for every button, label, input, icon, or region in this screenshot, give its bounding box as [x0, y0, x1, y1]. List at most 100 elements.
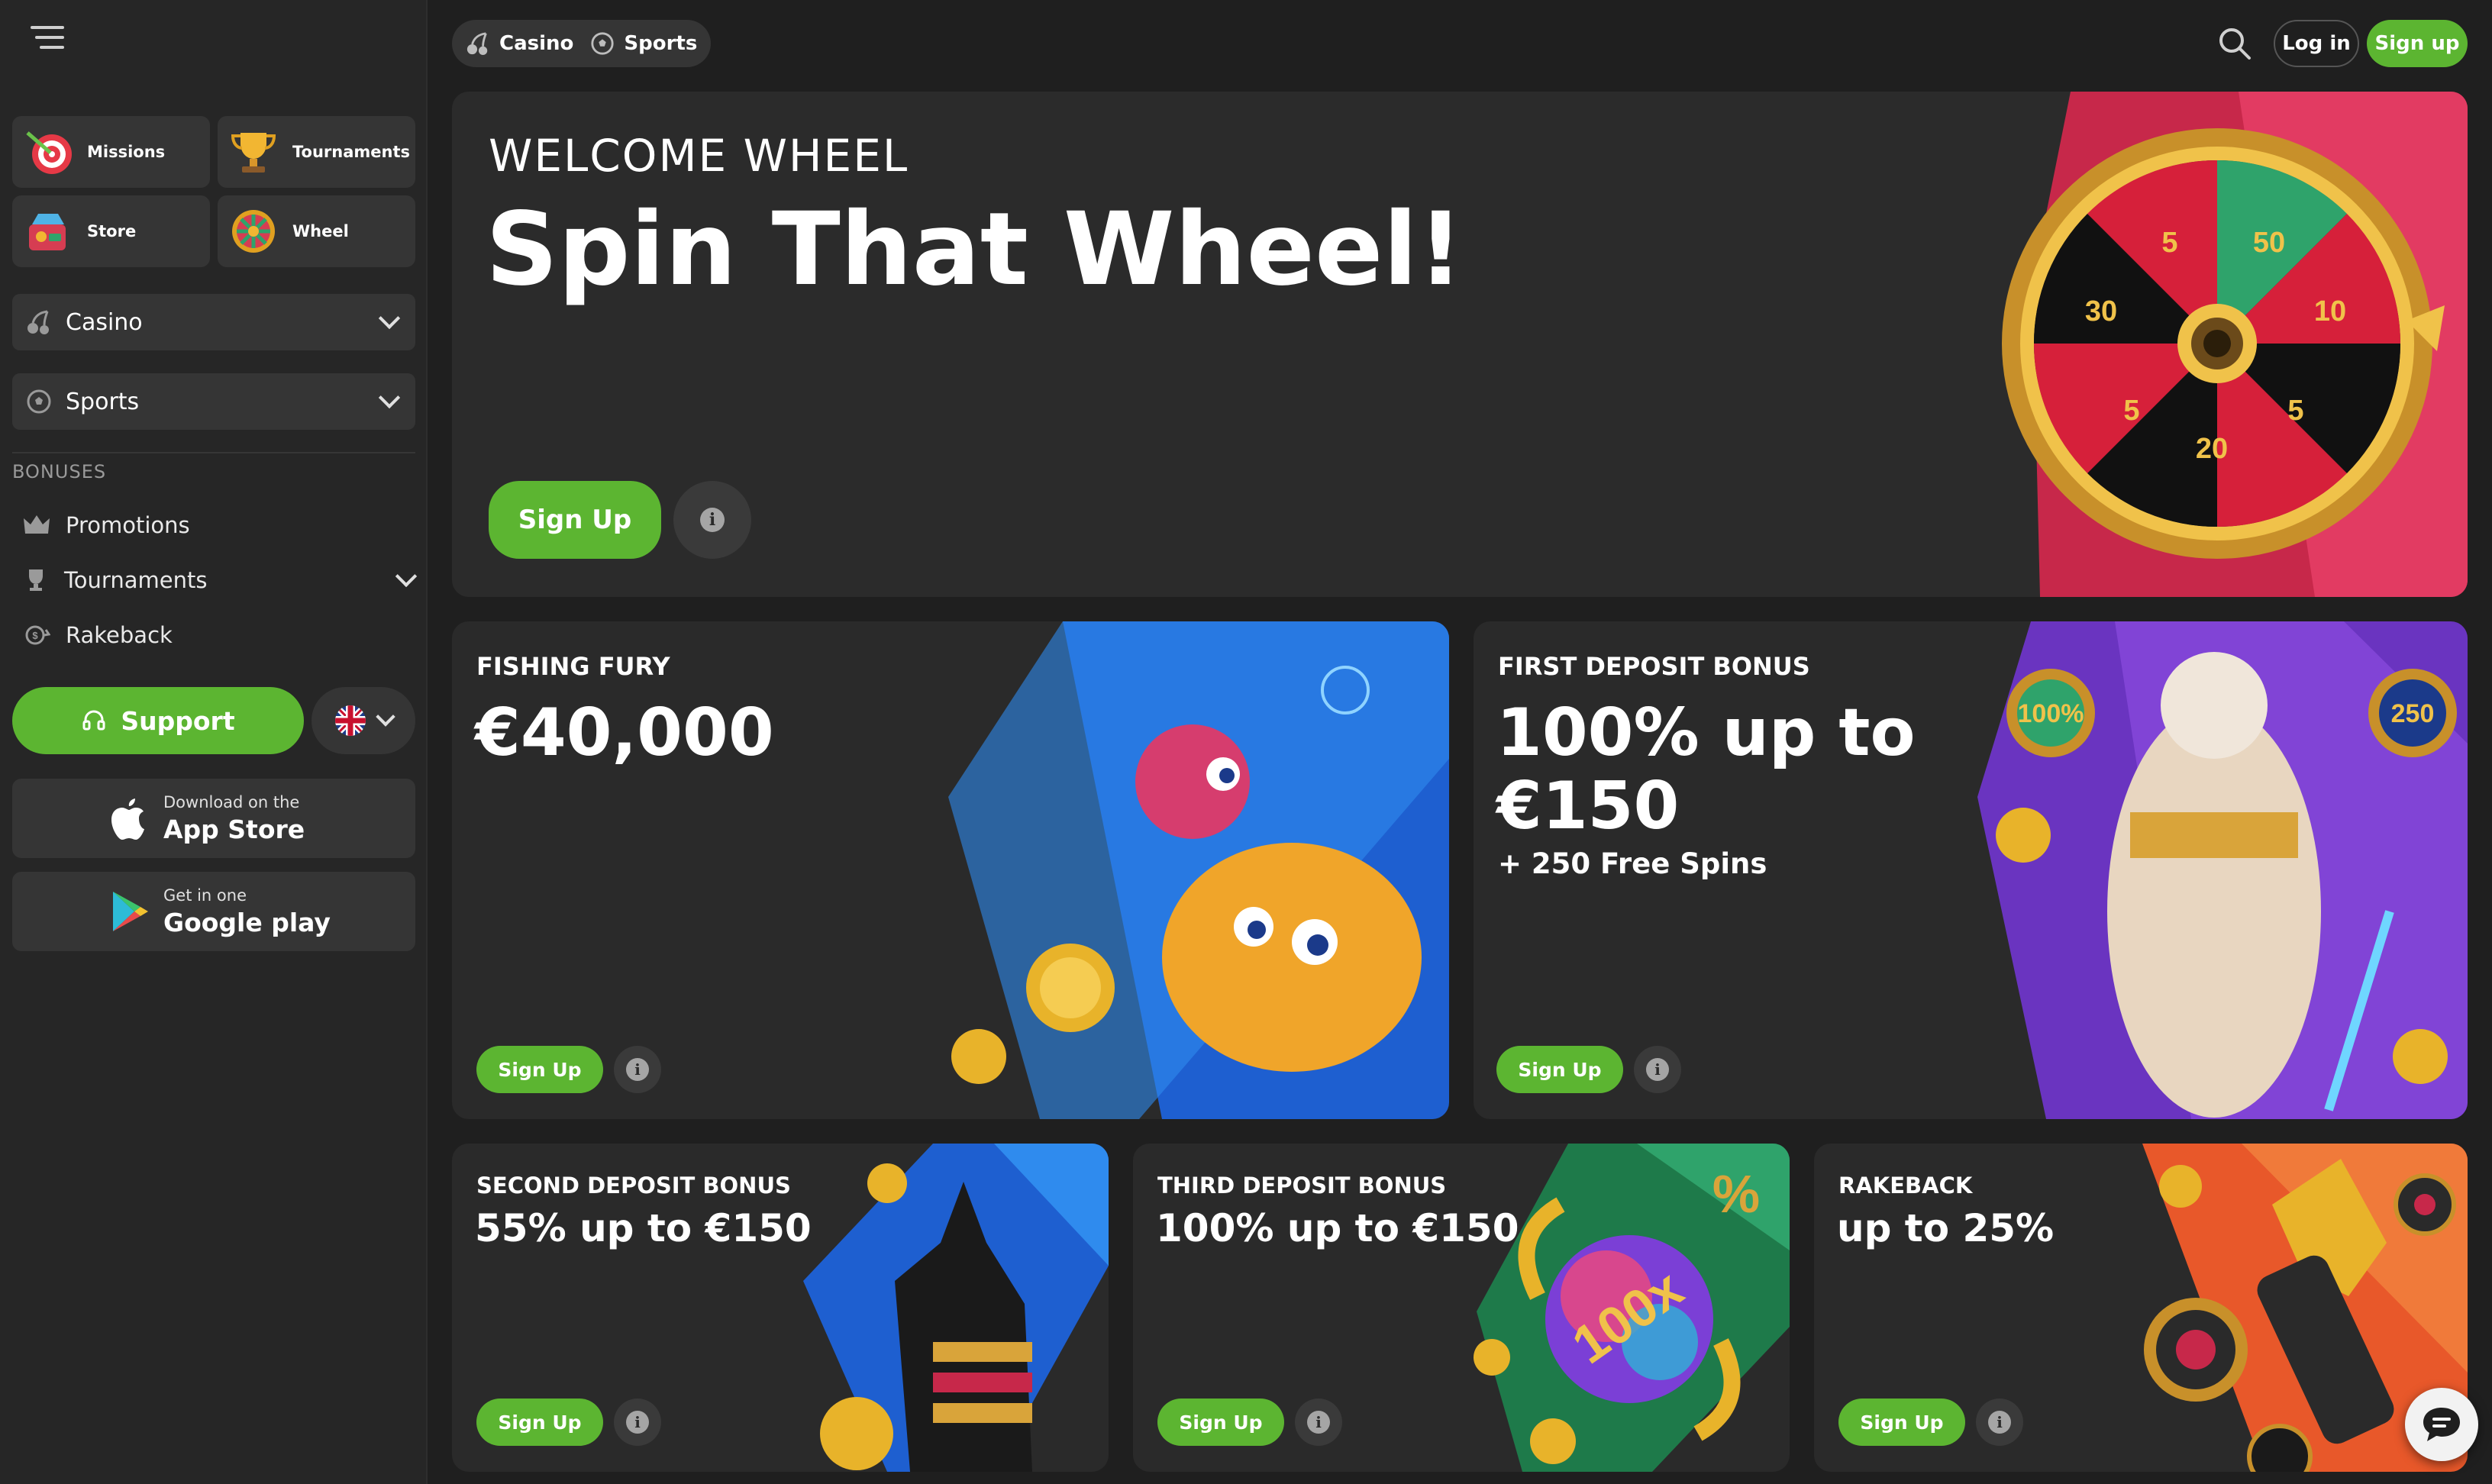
top-category-pills: Casino Sports	[452, 20, 712, 67]
info-icon: i	[626, 1411, 649, 1434]
cherry-icon	[466, 32, 488, 56]
first-info-button[interactable]: i	[1634, 1046, 1681, 1093]
signup-button[interactable]: Sign up	[2367, 20, 2468, 67]
third-title: 100% up to €150	[1156, 1206, 1519, 1250]
tile-missions[interactable]: Missions	[12, 116, 210, 188]
bomb-art: 100x %	[1474, 1144, 1790, 1472]
fishing-signup-button[interactable]: Sign Up	[476, 1046, 603, 1093]
zeus-art: 100% 250	[1977, 621, 2468, 1119]
tab-casino-label: Casino	[499, 32, 574, 55]
google-play-button[interactable]: Get in one Google play	[12, 872, 415, 951]
info-icon: i	[1646, 1058, 1669, 1081]
sidebar-item-label: Rakeback	[66, 622, 173, 648]
first-kicker: FIRST DEPOSIT BONUS	[1498, 652, 1810, 681]
support-button[interactable]: Support	[12, 687, 304, 754]
wheel-label-30: 30	[2085, 295, 2117, 327]
third-info-button[interactable]: i	[1295, 1399, 1342, 1446]
rakeback-card[interactable]: RAKEBACK up to 25% Sign Up i	[1814, 1144, 2468, 1472]
third-deposit-card[interactable]: 100x % THIRD DEPOSIT BONUS 100% up to €1…	[1133, 1144, 1790, 1472]
tab-sports[interactable]: Sports	[590, 31, 697, 56]
wheel-label-5a: 5	[2161, 227, 2177, 259]
wheel-label-10: 10	[2314, 295, 2346, 327]
hero-banner: WELCOME WHEEL Spin That Wheel! Sign Up i…	[452, 92, 2468, 597]
rakeback-kicker: RAKEBACK	[1838, 1173, 1973, 1198]
menu-icon[interactable]	[31, 26, 64, 53]
sidebar-casino-accordion[interactable]: Casino	[12, 294, 415, 350]
chevron-down-icon	[378, 307, 401, 330]
second-info-button[interactable]: i	[614, 1399, 661, 1446]
sidebar-item-promotions[interactable]: Promotions	[23, 502, 412, 548]
soccer-ball-icon	[27, 389, 51, 414]
crown-icon	[24, 515, 50, 534]
app-store-small: Download on the	[163, 792, 300, 811]
fish-art	[948, 621, 1449, 1119]
sidebar-sports-label: Sports	[66, 388, 140, 415]
second-signup-button[interactable]: Sign Up	[476, 1399, 603, 1446]
sidebar-divider	[12, 452, 415, 453]
sidebar-item-tournaments[interactable]: Tournaments	[23, 557, 418, 603]
wheel-label-5b: 5	[2287, 395, 2303, 427]
rakeback-signup-button[interactable]: Sign Up	[1838, 1399, 1965, 1446]
tile-tournaments-label: Tournaments	[292, 143, 411, 161]
badge-100: 100%	[2018, 699, 2084, 728]
percent-symbol: %	[1712, 1164, 1760, 1224]
app-store-button[interactable]: Download on the App Store	[12, 779, 415, 858]
tile-tournaments[interactable]: Tournaments	[218, 116, 415, 188]
google-play-big: Google play	[163, 907, 331, 937]
third-signup-button[interactable]: Sign Up	[1157, 1399, 1284, 1446]
fishing-fury-card[interactable]: FISHING FURY €40,000 Sign Up i	[452, 621, 1449, 1119]
chat-button[interactable]	[2405, 1388, 2478, 1461]
fishing-title: €40,000	[475, 695, 774, 771]
info-icon: i	[1988, 1411, 2011, 1434]
tile-wheel-label: Wheel	[292, 222, 349, 240]
first-deposit-card[interactable]: 100% 250 FIRST DEPOSIT BONUS 100% up to …	[1474, 621, 2468, 1119]
chevron-down-icon[interactable]	[395, 565, 418, 588]
second-deposit-card[interactable]: SECOND DEPOSIT BONUS 55% up to €150 Sign…	[452, 1144, 1109, 1472]
sidebar-sports-accordion[interactable]: Sports	[12, 373, 415, 430]
sidebar-tiles: Missions Tournaments Store Wheel	[12, 116, 415, 267]
spin-wheel-art: 5 50 10 5 20 5 30	[2002, 92, 2468, 597]
rakeback-info-button[interactable]: i	[1976, 1399, 2023, 1446]
dart-target-icon	[23, 127, 73, 177]
rakeback-title: up to 25%	[1837, 1206, 2055, 1250]
soccer-ball-icon	[591, 32, 614, 55]
bonuses-heading: BONUSES	[12, 461, 107, 482]
tile-missions-label: Missions	[87, 143, 166, 161]
first-signup-button[interactable]: Sign Up	[1496, 1046, 1623, 1093]
sidebar-item-label: Promotions	[66, 512, 190, 538]
second-title: 55% up to €150	[475, 1206, 812, 1250]
google-play-icon	[113, 892, 148, 931]
fishing-info-button[interactable]: i	[614, 1046, 661, 1093]
app-root: { "sidebar": { "tiles": [ {"label": "Mis…	[0, 0, 2492, 1484]
headset-icon	[82, 710, 105, 731]
store-icon	[23, 206, 73, 256]
anubis-art	[803, 1144, 1109, 1472]
search-icon[interactable]	[2217, 26, 2252, 61]
badge-250: 250	[2391, 699, 2435, 728]
tab-sports-label: Sports	[624, 32, 698, 55]
tile-store[interactable]: Store	[12, 195, 210, 267]
info-icon: i	[700, 508, 725, 532]
support-label: Support	[121, 705, 235, 736]
language-selector[interactable]	[312, 687, 415, 754]
tile-wheel[interactable]: Wheel	[218, 195, 415, 267]
sidebar: Missions Tournaments Store Wheel Casino …	[0, 0, 428, 1484]
second-kicker: SECOND DEPOSIT BONUS	[476, 1173, 791, 1198]
first-subtitle: + 250 Free Spins	[1498, 847, 1767, 880]
uk-flag-icon	[335, 705, 366, 736]
chevron-down-icon	[378, 386, 401, 409]
first-title-line2: €150	[1496, 768, 1680, 844]
hero-kicker: WELCOME WHEEL	[489, 130, 909, 182]
wheel-label-50: 50	[2253, 227, 2285, 259]
fishing-kicker: FISHING FURY	[476, 652, 670, 681]
hero-signup-button[interactable]: Sign Up	[489, 481, 661, 559]
login-button[interactable]: Log in	[2274, 20, 2359, 67]
tab-casino[interactable]: Casino	[466, 31, 573, 56]
sidebar-item-rakeback[interactable]: $ Rakeback	[23, 612, 412, 658]
wheel-label-5c: 5	[2123, 395, 2139, 427]
tile-store-label: Store	[87, 222, 137, 240]
hero-title: Spin That Wheel!	[486, 191, 1464, 308]
cherry-icon	[27, 310, 49, 334]
hero-info-button[interactable]: i	[673, 481, 751, 559]
third-kicker: THIRD DEPOSIT BONUS	[1157, 1173, 1447, 1198]
